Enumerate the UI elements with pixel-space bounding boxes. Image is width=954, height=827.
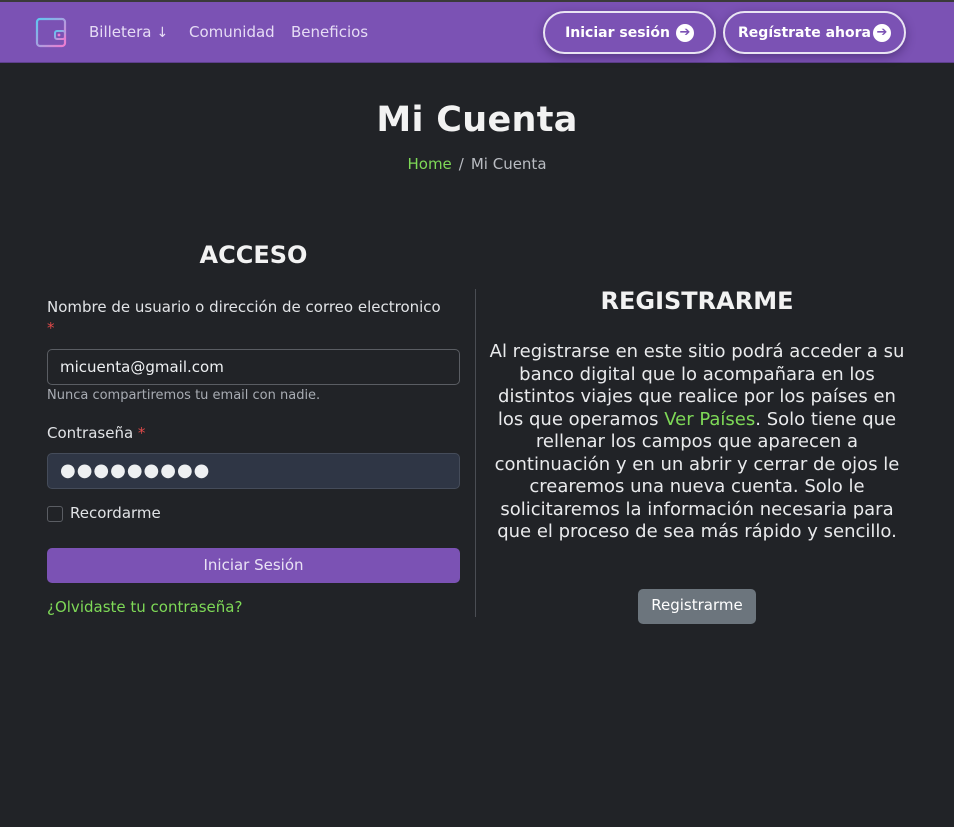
login-submit-button[interactable]: Iniciar Sesión [47, 548, 460, 583]
countries-link[interactable]: Ver Países [664, 409, 755, 430]
password-label-text: Contraseña [47, 424, 134, 442]
username-input[interactable]: micuenta@gmail.com [47, 349, 460, 385]
arrow-right-circle-icon: ➔ [872, 23, 891, 42]
nav-comunidad[interactable]: Comunidad [189, 22, 275, 42]
arrow-down-icon: ↓ [156, 25, 169, 41]
nav-billetera[interactable]: Billetera ↓ [89, 22, 168, 43]
wallet-icon[interactable] [34, 15, 68, 49]
register-button[interactable]: Registrarme [638, 589, 756, 624]
username-label: Nombre de usuario o dirección de correo … [47, 297, 467, 339]
register-description: Al registrarse en este sitio podrá acced… [488, 341, 906, 544]
username-help-text: Nunca compartiremos tu email con nadie. [47, 388, 321, 403]
password-input[interactable]: ●●●●●●●●● [47, 453, 460, 489]
nav-billetera-label: Billetera [89, 23, 152, 41]
username-label-text: Nombre de usuario o dirección de correo … [47, 298, 441, 316]
breadcrumb-home[interactable]: Home [407, 155, 451, 173]
login-button-label: Iniciar sesión [565, 24, 670, 41]
remember-checkbox[interactable] [47, 506, 63, 522]
page-title: Mi Cuenta [376, 100, 578, 140]
section-divider [475, 289, 476, 617]
navbar: Billetera ↓ Comunidad Beneficios Iniciar … [0, 2, 954, 63]
register-now-label: Regístrate ahora [738, 24, 871, 41]
password-label: Contraseña * [47, 423, 145, 444]
required-mark: * [137, 424, 146, 442]
nav-beneficios[interactable]: Beneficios [291, 22, 368, 42]
breadcrumb: Home / Mi Cuenta [0, 155, 954, 173]
login-button[interactable]: Iniciar sesión ➔ [543, 11, 716, 54]
arrow-right-circle-icon: ➔ [675, 23, 694, 42]
breadcrumb-current: Mi Cuenta [470, 155, 547, 173]
breadcrumb-separator: / [458, 155, 464, 173]
register-section-title: REGISTRARME [600, 287, 794, 315]
register-now-button[interactable]: Regístrate ahora ➔ [723, 11, 906, 54]
remember-label[interactable]: Recordarme [70, 504, 161, 522]
required-mark: * [47, 319, 55, 337]
forgot-password-link[interactable]: ¿Olvidaste tu contraseña? [47, 598, 242, 616]
login-section-title: ACCESO [199, 241, 308, 269]
